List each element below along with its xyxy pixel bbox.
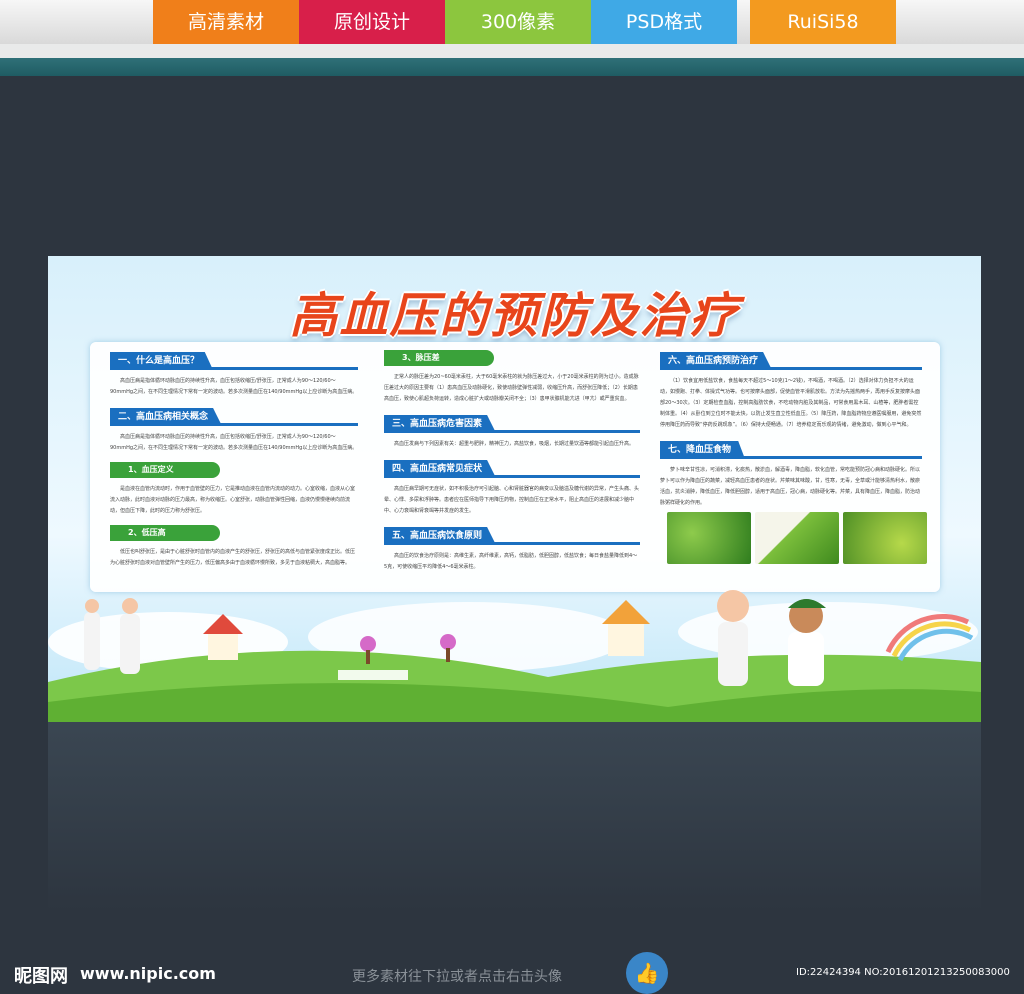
section-heading: 三、高血压病危害因素: [384, 415, 640, 433]
thumbs-up-icon[interactable]: 👍: [626, 952, 668, 994]
board-reflection: [48, 722, 981, 912]
section-text: 正常人的脉压差为20~60毫米汞柱，大于60毫米汞柱的就为脉压差过大，小于20毫…: [384, 374, 639, 402]
celery-photo: [667, 512, 751, 564]
tag-bar: 高清素材 原创设计 300像素 PSD格式 RuiSi58: [0, 0, 1024, 76]
section-heading: 一、什么是高血压？: [110, 352, 358, 370]
tag-format[interactable]: PSD格式: [591, 0, 737, 44]
subsection-heading: 1、血压定义: [110, 462, 358, 478]
kiwi-juice-photo: [843, 512, 927, 564]
poster-title: 高血压的预防及治疗: [289, 288, 740, 344]
nipic-logo[interactable]: 昵图网: [14, 962, 68, 988]
tag-author[interactable]: RuiSi58: [750, 0, 896, 44]
section-text: 高血压病是指体循环动脉血压的持续性升高，血压包括收缩压/舒张压，正常成人为90～…: [110, 434, 358, 451]
subsection-title: 1、血压定义: [110, 462, 220, 478]
section-heading: 七、降血压食物: [660, 441, 922, 459]
poster-board: 高血压的预防及治疗 一、什么是高血压？ 高血压病是指体循环动脉血压的持续性升高，…: [48, 256, 981, 722]
subsection-heading: 2、低压高: [110, 525, 358, 541]
section-heading: 五、高血压病饮食原则: [384, 527, 640, 545]
radish-photo: [755, 512, 839, 564]
section-text: （1）饮食宜用低盐饮食，食盐每天不超过5～10克(1～2钱)，不喝酒，不喝酒。（…: [660, 378, 922, 428]
section-text: 低压也叫舒张压，是由于心脏舒张时血管内的血液产生的舒张压，舒张压的高低与血管紧张…: [110, 549, 356, 566]
tag-original[interactable]: 原创设计: [299, 0, 445, 44]
column-3: 六、高血压病预防治疗 （1）饮食宜用低盐饮食，食盐每天不超过5～10克(1～2钱…: [660, 342, 922, 509]
column-2: 3、脉压差 正常人的脉压差为20~60毫米汞柱，大于60毫米汞柱的就为脉压差过大…: [384, 342, 640, 573]
subsection-title: 3、脉压差: [384, 350, 494, 366]
section-text: 高血压的饮食治疗原则是：高维生素，高纤维素，高钙，低脂肪，低胆固醇，低盐饮食；每…: [384, 553, 638, 570]
section-text: 高血压病早期可无症状，如不积极治疗可引起脑、心和肾脏器官的病变以及脑溢及糖代谢的…: [384, 486, 640, 514]
subsection-title: 2、低压高: [110, 525, 220, 541]
section-text: 高血压病是指体循环动脉血压的持续性升高，血压包括收缩压/舒张压，正常成人为90～…: [110, 378, 358, 395]
scenery-illustration: [48, 590, 981, 722]
section-text: 萝卜味辛甘性凉，可消积滞，化痰热，散淤血，解酒毒，降血脂，软化血管，常吃能预防冠…: [660, 467, 921, 506]
tag-hd[interactable]: 高清素材: [153, 0, 299, 44]
tag-bar-strip: [0, 44, 1024, 58]
content-panel: 一、什么是高血压？ 高血压病是指体循环动脉血压的持续性升高，血压包括收缩压/舒张…: [90, 342, 940, 592]
subsection-heading: 3、脉压差: [384, 350, 640, 366]
section-heading: 四、高血压病常见症状: [384, 460, 640, 478]
section-heading: 六、高血压病预防治疗: [660, 352, 922, 370]
section-heading: 二、高血压病相关概念: [110, 408, 358, 426]
food-photos: [667, 512, 927, 564]
tag-dpi[interactable]: 300像素: [445, 0, 591, 44]
section-text: 高血压发病与下列因素有关：超重与肥胖，精神压力，高盐饮食，吸烟，长期过量饮酒等都…: [394, 441, 635, 447]
image-id: ID:22424394 NO:20161201213250083000: [796, 967, 1010, 978]
column-1: 一、什么是高血压？ 高血压病是指体循环动脉血压的持续性升高，血压包括收缩压/舒张…: [110, 342, 358, 569]
section-text: 是血液在血管内流动时，作用于血管壁的压力，它是推动血液在血管内流动的动力。心室收…: [110, 486, 356, 514]
nipic-url[interactable]: www.nipic.com: [80, 964, 216, 983]
more-hint: 更多素材往下拉或者点击右击头像: [352, 969, 562, 985]
